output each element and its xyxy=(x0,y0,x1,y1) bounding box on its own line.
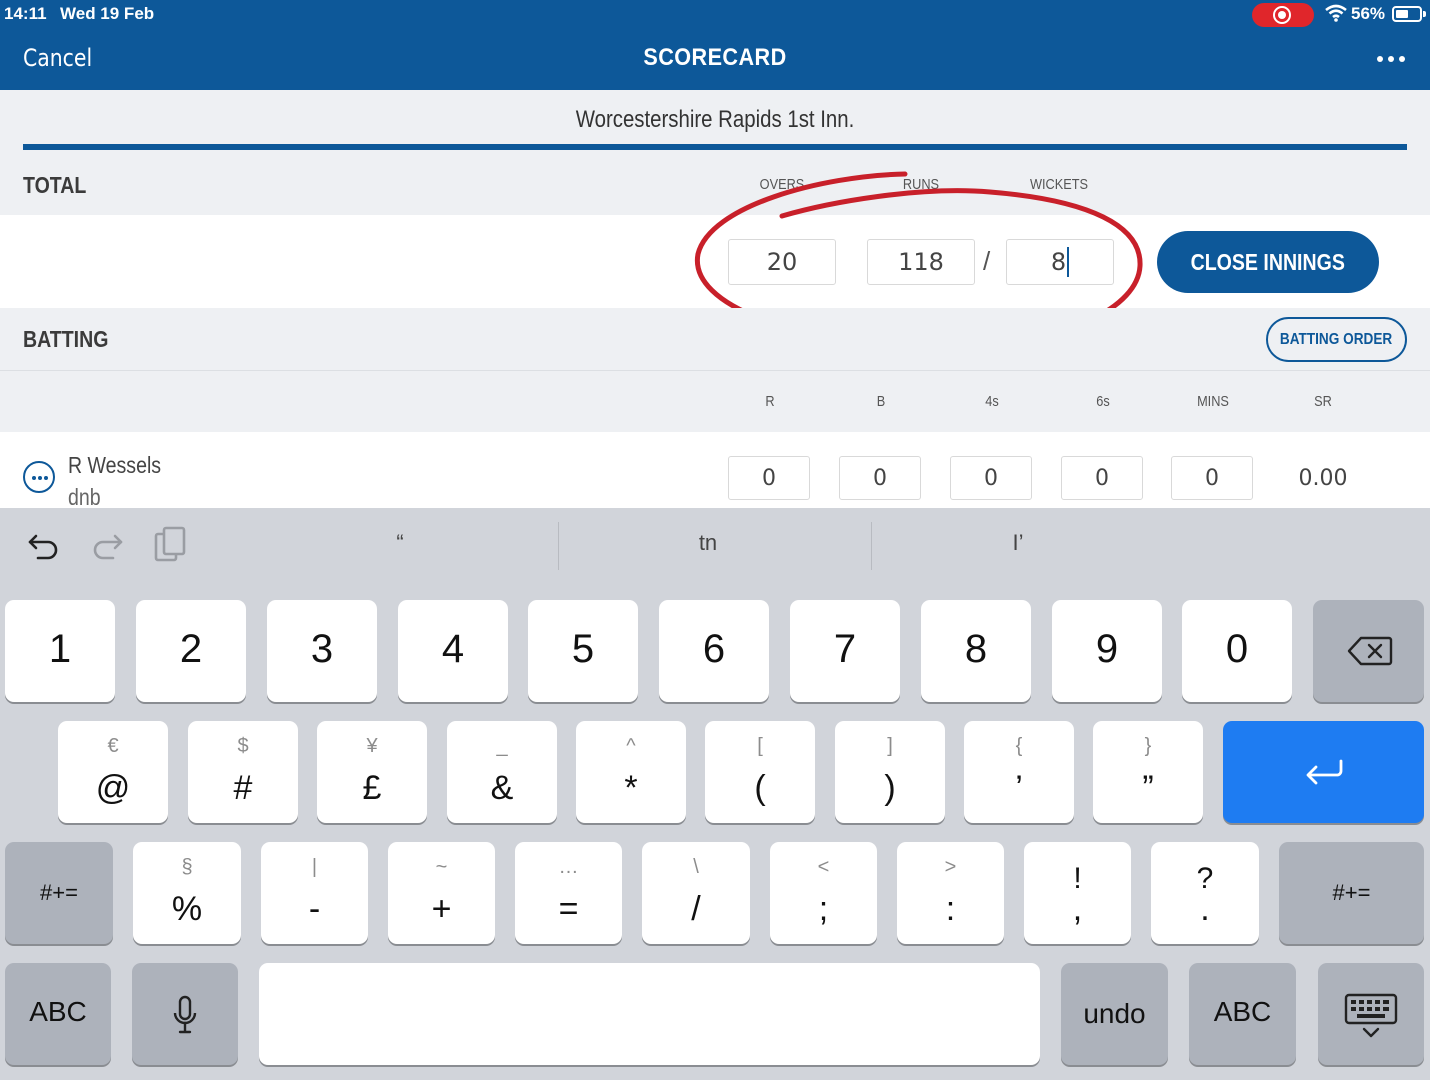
dictation-key[interactable] xyxy=(132,963,238,1065)
status-time: 14:11 xyxy=(4,4,47,23)
key-slash[interactable]: \ / xyxy=(642,842,750,944)
return-icon xyxy=(1306,759,1343,785)
suggestion-2[interactable]: tn xyxy=(648,530,768,556)
key-9[interactable]: 9 xyxy=(1052,600,1162,702)
key-plus[interactable]: ~ + xyxy=(388,842,495,944)
batting-label: BATTING xyxy=(23,326,109,352)
col-r: R xyxy=(765,393,775,410)
key-5[interactable]: 5 xyxy=(528,600,638,702)
key-7[interactable]: 7 xyxy=(790,600,900,702)
nav-bar: 14:11 Wed 19 Feb 56% Cancel SCORECARD xyxy=(0,0,1430,90)
sixes-input-value: 0 xyxy=(1095,465,1109,491)
key-at[interactable]: € @ xyxy=(58,721,168,823)
more-horizontal-icon[interactable] xyxy=(1377,56,1407,64)
mins-input[interactable]: 0 xyxy=(1171,456,1253,500)
col-6s: 6s xyxy=(1096,393,1110,410)
fours-input[interactable]: 0 xyxy=(950,456,1032,500)
wifi-icon xyxy=(1325,4,1347,22)
sixes-input[interactable]: 0 xyxy=(1061,456,1143,500)
key-open-paren[interactable]: [( xyxy=(705,721,815,823)
suggestion-1[interactable]: “ xyxy=(340,530,460,556)
undo-key[interactable]: undo xyxy=(1061,963,1168,1065)
keyboard-dismiss-icon xyxy=(1344,993,1398,1038)
batting-order-label: BATTING ORDER xyxy=(1280,330,1393,348)
key-2[interactable]: 2 xyxy=(136,600,246,702)
key-semicolon[interactable]: <; xyxy=(770,842,877,944)
key-equals[interactable]: … = xyxy=(515,842,622,944)
runs-input[interactable]: 0 xyxy=(728,456,810,500)
key-period[interactable]: ?. xyxy=(1151,842,1259,944)
status-date: Wed 19 Feb xyxy=(60,4,155,23)
suggestion-3[interactable]: I’ xyxy=(958,530,1078,556)
status-bar: 14:11 Wed 19 Feb 56% xyxy=(0,0,1430,28)
key-quote[interactable]: }” xyxy=(1093,721,1203,823)
key-1[interactable]: 1 xyxy=(5,600,115,702)
paste-icon[interactable] xyxy=(152,526,188,564)
screen-recording-indicator[interactable] xyxy=(1252,3,1314,27)
battery-icon xyxy=(1392,6,1426,22)
key-percent[interactable]: §% xyxy=(133,842,241,944)
key-4[interactable]: 4 xyxy=(398,600,508,702)
innings-underline xyxy=(23,144,1407,150)
col-4s: 4s xyxy=(985,393,999,410)
col-mins: MINS xyxy=(1197,393,1229,410)
backspace-icon xyxy=(1347,636,1393,666)
batting-header xyxy=(0,308,1430,371)
col-sr: SR xyxy=(1314,393,1332,410)
key-hyphen[interactable]: | - xyxy=(261,842,368,944)
key-3[interactable]: 3 xyxy=(267,600,377,702)
strike-rate: 0.00 xyxy=(1298,466,1348,491)
record-icon xyxy=(1273,6,1291,24)
batter-name[interactable]: R Wessels xyxy=(68,452,161,479)
batting-order-button[interactable]: BATTING ORDER xyxy=(1266,317,1407,362)
total-label: TOTAL xyxy=(23,172,87,198)
key-asterisk[interactable]: ^ * xyxy=(576,721,686,823)
battery-percent: 56% xyxy=(1351,4,1386,23)
key-colon[interactable]: >: xyxy=(897,842,1004,944)
symbols-shift-key[interactable]: #+= xyxy=(5,842,113,944)
key-pound[interactable]: ¥ £ xyxy=(317,721,427,823)
space-key[interactable] xyxy=(259,963,1040,1065)
close-innings-button[interactable]: CLOSE INNINGS xyxy=(1157,231,1379,293)
key-ampersand[interactable]: _ & xyxy=(447,721,557,823)
page-title: SCORECARD xyxy=(643,44,787,71)
key-8[interactable]: 8 xyxy=(921,600,1031,702)
battery-fill xyxy=(1396,10,1408,18)
abc-key[interactable]: ABC xyxy=(5,963,111,1065)
key-hash[interactable]: $ # xyxy=(188,721,298,823)
runs-input-value: 0 xyxy=(762,465,776,491)
undo-icon[interactable] xyxy=(26,526,62,564)
suggestion-divider xyxy=(558,522,559,570)
key-close-paren[interactable]: ]) xyxy=(835,721,945,823)
mins-input-value: 0 xyxy=(1205,465,1219,491)
microphone-icon xyxy=(173,995,197,1034)
return-key[interactable] xyxy=(1223,721,1424,823)
redo-icon[interactable] xyxy=(89,526,125,564)
abc-key-right[interactable]: ABC xyxy=(1189,963,1296,1065)
key-apostrophe[interactable]: {’ xyxy=(964,721,1074,823)
delete-key[interactable] xyxy=(1313,600,1424,702)
key-comma[interactable]: !, xyxy=(1024,842,1131,944)
balls-input-value: 0 xyxy=(873,465,887,491)
key-6[interactable]: 6 xyxy=(659,600,769,702)
innings-title: Worcestershire Rapids 1st Inn. xyxy=(575,106,855,133)
symbols-shift-key-right[interactable]: #+= xyxy=(1279,842,1424,944)
fours-input-value: 0 xyxy=(984,465,998,491)
suggestion-divider xyxy=(871,522,872,570)
dismiss-keyboard-key[interactable] xyxy=(1318,963,1424,1065)
batter-status: dnb xyxy=(68,484,101,510)
balls-input[interactable]: 0 xyxy=(839,456,921,500)
close-innings-label: CLOSE INNINGS xyxy=(1190,248,1346,275)
col-b: B xyxy=(876,393,886,410)
more-options-icon[interactable] xyxy=(23,461,55,493)
key-0[interactable]: 0 xyxy=(1182,600,1292,702)
